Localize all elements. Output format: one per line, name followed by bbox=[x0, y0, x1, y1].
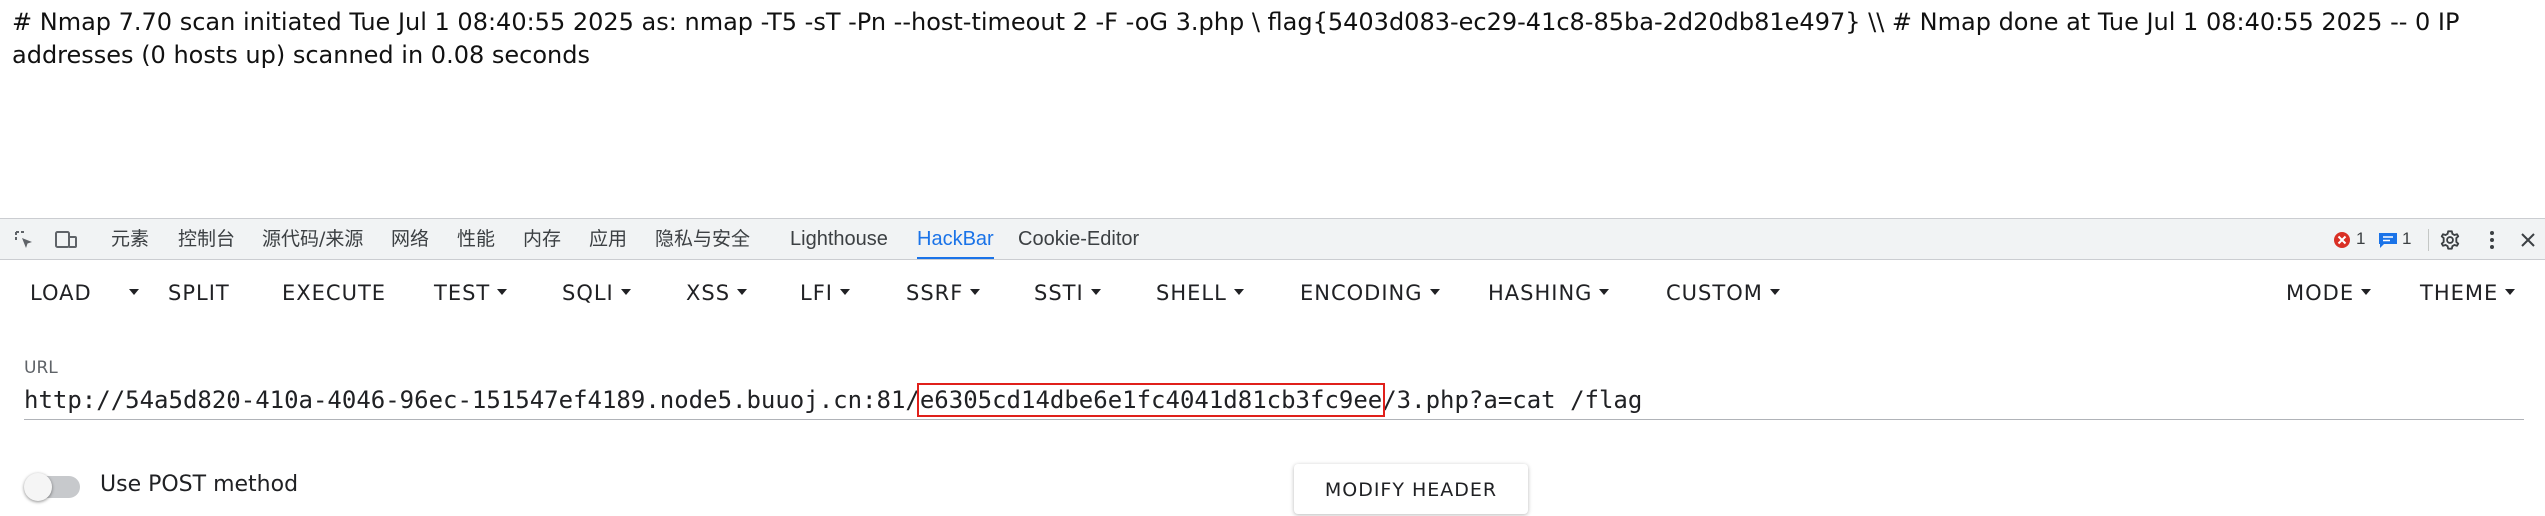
error-icon[interactable] bbox=[2330, 228, 2354, 252]
tab-memory[interactable]: 内存 bbox=[523, 219, 561, 259]
tab-performance[interactable]: 性能 bbox=[457, 219, 495, 259]
devtools-panel: 元素 控制台 源代码/来源 网络 性能 内存 应用 隐私与安全 Lighthou… bbox=[0, 218, 2545, 514]
chevron-down-icon bbox=[839, 289, 850, 295]
url-highlighted-segment: e6305cd14dbe6e1fc4041d81cb3fc9ee bbox=[916, 383, 1386, 417]
chevron-down-icon bbox=[737, 289, 748, 295]
theme-label: THEME bbox=[2420, 281, 2499, 305]
chevron-down-icon bbox=[2361, 289, 2372, 295]
toggle-knob bbox=[24, 473, 52, 501]
tab-lighthouse[interactable]: Lighthouse bbox=[790, 219, 888, 259]
chevron-down-icon bbox=[497, 289, 508, 295]
encoding-label: ENCODING bbox=[1300, 281, 1423, 305]
url-label: URL bbox=[24, 358, 58, 378]
tab-cookie-editor[interactable]: Cookie-Editor bbox=[1018, 219, 1139, 259]
ssti-label: SSTI bbox=[1034, 281, 1084, 305]
url-prefix: http://54a5d820-410a-4046-96ec-151547ef4… bbox=[24, 386, 920, 414]
chevron-down-icon bbox=[1769, 289, 1780, 295]
url-suffix: /3.php?a=cat /flag bbox=[1382, 386, 1643, 414]
url-input[interactable]: http://54a5d820-410a-4046-96ec-151547ef4… bbox=[24, 380, 2524, 420]
gear-icon[interactable] bbox=[2438, 228, 2462, 252]
error-count[interactable]: 1 bbox=[2356, 219, 2365, 259]
chevron-down-icon bbox=[620, 289, 631, 295]
modify-header-button[interactable]: MODIFY HEADER bbox=[1294, 464, 1528, 514]
load-label: LOAD bbox=[30, 281, 92, 305]
load-button[interactable]: LOAD bbox=[30, 260, 92, 326]
tab-elements[interactable]: 元素 bbox=[111, 219, 149, 259]
xss-menu-button[interactable]: XSS bbox=[686, 260, 748, 326]
device-toolbar-icon[interactable] bbox=[54, 228, 78, 252]
chevron-down-icon bbox=[970, 289, 981, 295]
more-vertical-icon[interactable] bbox=[2480, 228, 2504, 252]
inspect-element-icon[interactable] bbox=[12, 228, 36, 252]
lfi-menu-button[interactable]: LFI bbox=[800, 260, 850, 326]
ssrf-label: SSRF bbox=[906, 281, 964, 305]
tab-privacy-security[interactable]: 隐私与安全 bbox=[655, 219, 750, 259]
chevron-down-icon bbox=[1090, 289, 1101, 295]
xss-label: XSS bbox=[686, 281, 731, 305]
chevron-down-icon bbox=[1429, 289, 1440, 295]
message-count[interactable]: 1 bbox=[2402, 219, 2411, 259]
encoding-menu-button[interactable]: ENCODING bbox=[1300, 260, 1440, 326]
tab-network[interactable]: 网络 bbox=[391, 219, 429, 259]
hackbar-toolbar: LOAD SPLIT EXECUTE TEST SQLI XSS LFI SSR… bbox=[0, 260, 2545, 326]
theme-menu-button[interactable]: THEME bbox=[2420, 260, 2516, 326]
chevron-down-icon bbox=[1233, 289, 1244, 295]
hashing-menu-button[interactable]: HASHING bbox=[1488, 260, 1610, 326]
split-button[interactable]: SPLIT bbox=[168, 260, 230, 326]
close-icon[interactable] bbox=[2516, 228, 2540, 252]
tab-application[interactable]: 应用 bbox=[589, 219, 627, 259]
post-method-label: Use POST method bbox=[100, 472, 299, 497]
chevron-down-icon bbox=[1599, 289, 1610, 295]
mode-label: MODE bbox=[2286, 281, 2355, 305]
url-value[interactable]: http://54a5d820-410a-4046-96ec-151547ef4… bbox=[24, 380, 1642, 420]
custom-menu-button[interactable]: CUSTOM bbox=[1666, 260, 1780, 326]
sqli-label: SQLI bbox=[562, 281, 614, 305]
chevron-down-icon bbox=[2505, 289, 2516, 295]
shell-label: SHELL bbox=[1156, 281, 1227, 305]
custom-label: CUSTOM bbox=[1666, 281, 1763, 305]
page-content-text: # Nmap 7.70 scan initiated Tue Jul 1 08:… bbox=[12, 8, 2460, 69]
tab-hackbar[interactable]: HackBar bbox=[917, 219, 994, 259]
hashing-label: HASHING bbox=[1488, 281, 1593, 305]
lfi-label: LFI bbox=[800, 281, 833, 305]
toolbar-divider bbox=[2428, 229, 2429, 251]
test-menu-button[interactable]: TEST bbox=[434, 260, 508, 326]
devtools-tab-bar: 元素 控制台 源代码/来源 网络 性能 内存 应用 隐私与安全 Lighthou… bbox=[0, 218, 2545, 260]
shell-menu-button[interactable]: SHELL bbox=[1156, 260, 1244, 326]
sqli-menu-button[interactable]: SQLI bbox=[562, 260, 631, 326]
load-dropdown-button[interactable] bbox=[122, 260, 139, 326]
message-icon[interactable] bbox=[2376, 228, 2400, 252]
ssti-menu-button[interactable]: SSTI bbox=[1034, 260, 1101, 326]
mode-menu-button[interactable]: MODE bbox=[2286, 260, 2372, 326]
execute-button[interactable]: EXECUTE bbox=[282, 260, 386, 326]
tab-console[interactable]: 控制台 bbox=[178, 219, 235, 259]
tab-sources[interactable]: 源代码/来源 bbox=[262, 219, 363, 259]
test-label: TEST bbox=[434, 281, 491, 305]
ssrf-menu-button[interactable]: SSRF bbox=[906, 260, 981, 326]
chevron-down-icon bbox=[129, 289, 139, 295]
